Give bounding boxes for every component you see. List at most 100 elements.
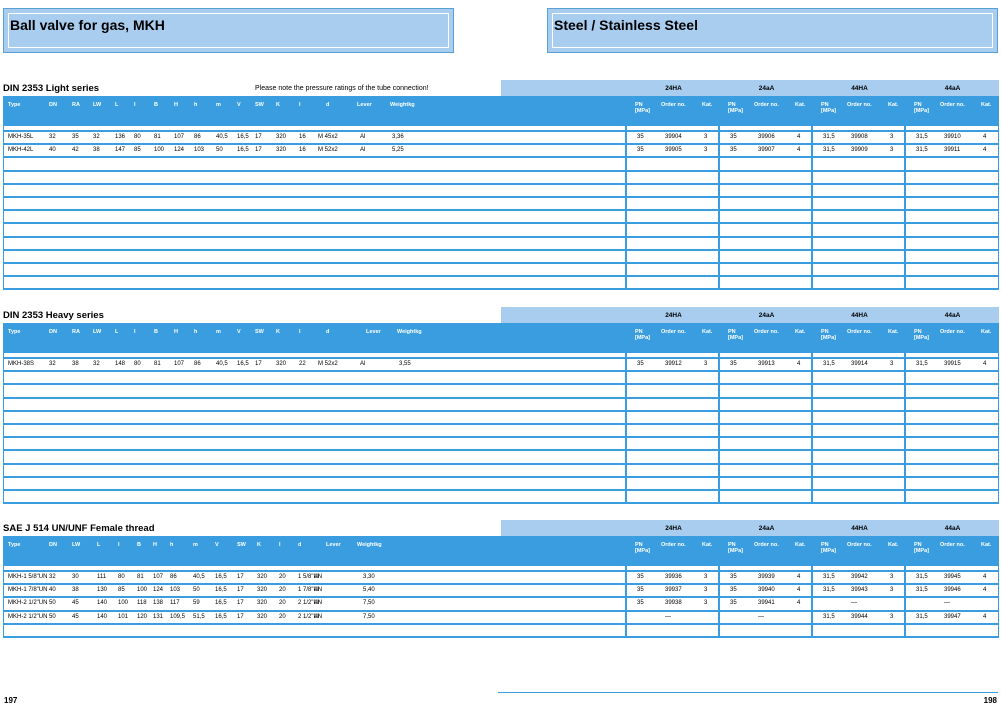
table-edge-left: [3, 566, 4, 638]
table-cell: 40,5: [216, 134, 228, 140]
table-cell: 107: [174, 134, 185, 140]
table-cell: 16: [299, 147, 306, 154]
column-header-pn: PN [MPa]: [635, 542, 650, 554]
table-cell: 148: [115, 361, 126, 367]
section-title: DIN 2353 Heavy series: [3, 310, 104, 321]
column-header: DN: [49, 102, 57, 108]
table-cell: 17: [237, 613, 244, 620]
column-header: DN: [49, 329, 57, 335]
table-cell: 140: [97, 613, 108, 620]
table-cell: 120: [137, 613, 148, 620]
kat-cell: 3: [704, 147, 708, 154]
table-cell: 17: [237, 574, 244, 580]
kat-cell: 4: [797, 134, 801, 140]
table-cell: MKH-38S: [8, 361, 35, 367]
order-number-cell: 39941: [758, 600, 775, 607]
empty-row: [3, 224, 999, 238]
table-row: MKH-1 5/8"UN 32 30 111 80 81 107 86 40,5 16,5 17 32…: [3, 572, 999, 586]
column-separator: [904, 126, 906, 291]
order-number-cell: 39914: [851, 361, 868, 367]
column-header: SW: [255, 329, 264, 335]
table-cell: 103: [194, 147, 205, 154]
table-edge-right: [998, 126, 999, 291]
title-box-right: Steel / Stainless Steel: [547, 8, 998, 53]
table-body: MKH-35L 32 35 32 136 80 81 107 86 40,5 16,5 17 320 16…: [3, 126, 999, 291]
title-box-left: Ball valve for gas, MKH: [3, 8, 454, 53]
table-edge-right: [998, 566, 999, 638]
group-label-44HA: 44HA: [851, 85, 868, 92]
column-separator: [904, 566, 906, 638]
column-header: Lever: [366, 329, 381, 335]
table-cell: 20: [279, 574, 286, 580]
column-header-pn: PN [MPa]: [821, 542, 836, 554]
table-cell: 320: [276, 361, 287, 367]
kat-cell: 4: [797, 147, 801, 154]
table-cell: 85: [118, 587, 125, 594]
table-cell: 45: [72, 613, 79, 620]
table-cell: 35: [72, 134, 79, 140]
column-header: K: [276, 329, 280, 335]
column-header-pn: PN [MPa]: [635, 102, 650, 114]
column-separator: [625, 126, 627, 291]
empty-row: [3, 372, 999, 386]
table-cell: 59: [193, 600, 200, 607]
empty-row: [3, 238, 999, 251]
table-cell: 80: [134, 361, 141, 367]
table-cell: 81: [154, 134, 161, 140]
section-title: DIN 2353 Light series: [3, 83, 100, 94]
table-cell: MKH-1 5/8"UN: [8, 574, 48, 580]
table-cell: 86: [194, 134, 201, 140]
empty-row: [3, 385, 999, 399]
table-cell: 16,5: [237, 147, 249, 154]
empty-row: [3, 251, 999, 264]
column-header: Lever: [357, 102, 372, 108]
table-row: MKH-42L 40 42 38 147 85 100 124 103 50 16,5 17 320 16…: [3, 145, 999, 159]
table-cell: 16,5: [215, 600, 227, 607]
column-header: V: [237, 102, 241, 108]
column-header-pn: PN [MPa]: [635, 329, 650, 341]
pn-cell: 35: [730, 574, 737, 580]
column-header: LW: [93, 102, 102, 108]
column-header-kat: Kat.: [981, 102, 992, 108]
pn-cell: 31,5: [823, 134, 835, 140]
table-cell: 111: [97, 574, 107, 580]
empty-row: [3, 438, 999, 452]
table-cell: 22: [299, 361, 306, 367]
table-cell: 81: [154, 361, 161, 367]
order-number-cell: 39908: [851, 134, 868, 140]
column-header: h: [170, 542, 174, 548]
column-separator: [811, 126, 813, 291]
order-number-cell: 39912: [665, 361, 682, 367]
column-header: Type: [8, 102, 21, 108]
table-cell: 5,25: [392, 147, 404, 154]
group-label-24HA: 24HA: [665, 85, 682, 92]
order-number-cell: 39915: [944, 361, 961, 367]
table-cell: 3,55: [399, 361, 411, 367]
table-cell: MKH-1 7/8"UN: [8, 587, 48, 594]
table-cell: 320: [257, 574, 268, 580]
column-header: V: [237, 329, 241, 335]
group-label-24aA: 24aA: [758, 525, 775, 532]
table-cell: 40: [49, 587, 56, 594]
column-header: L: [115, 329, 119, 335]
table-cell: 320: [257, 613, 268, 620]
column-header-order: Order no.: [661, 542, 686, 548]
column-header-kat: Kat.: [981, 329, 992, 335]
table-cell: 16,5: [237, 361, 249, 367]
pn-cell: 31,5: [916, 613, 928, 620]
column-header-row: Type DN RA LW Ll B Hh m V SW Kl d Lever Weightkg PN [M…: [3, 96, 999, 126]
group-label-44HA: 44HA: [851, 525, 868, 532]
table-cell: 130: [97, 587, 108, 594]
column-separator: [625, 353, 627, 505]
kat-cell: 3: [704, 600, 708, 607]
column-header-kat: Kat.: [795, 542, 806, 548]
column-separator: [625, 566, 627, 638]
column-header: K: [276, 102, 280, 108]
table-cell: 32: [49, 574, 56, 580]
column-header-order: Order no.: [754, 542, 779, 548]
column-header: B: [137, 542, 141, 548]
table-cell: 3,36: [392, 134, 404, 140]
table-cell: 86: [194, 361, 201, 367]
table-cell: 16,5: [215, 613, 227, 620]
pn-cell: 31,5: [823, 587, 835, 594]
